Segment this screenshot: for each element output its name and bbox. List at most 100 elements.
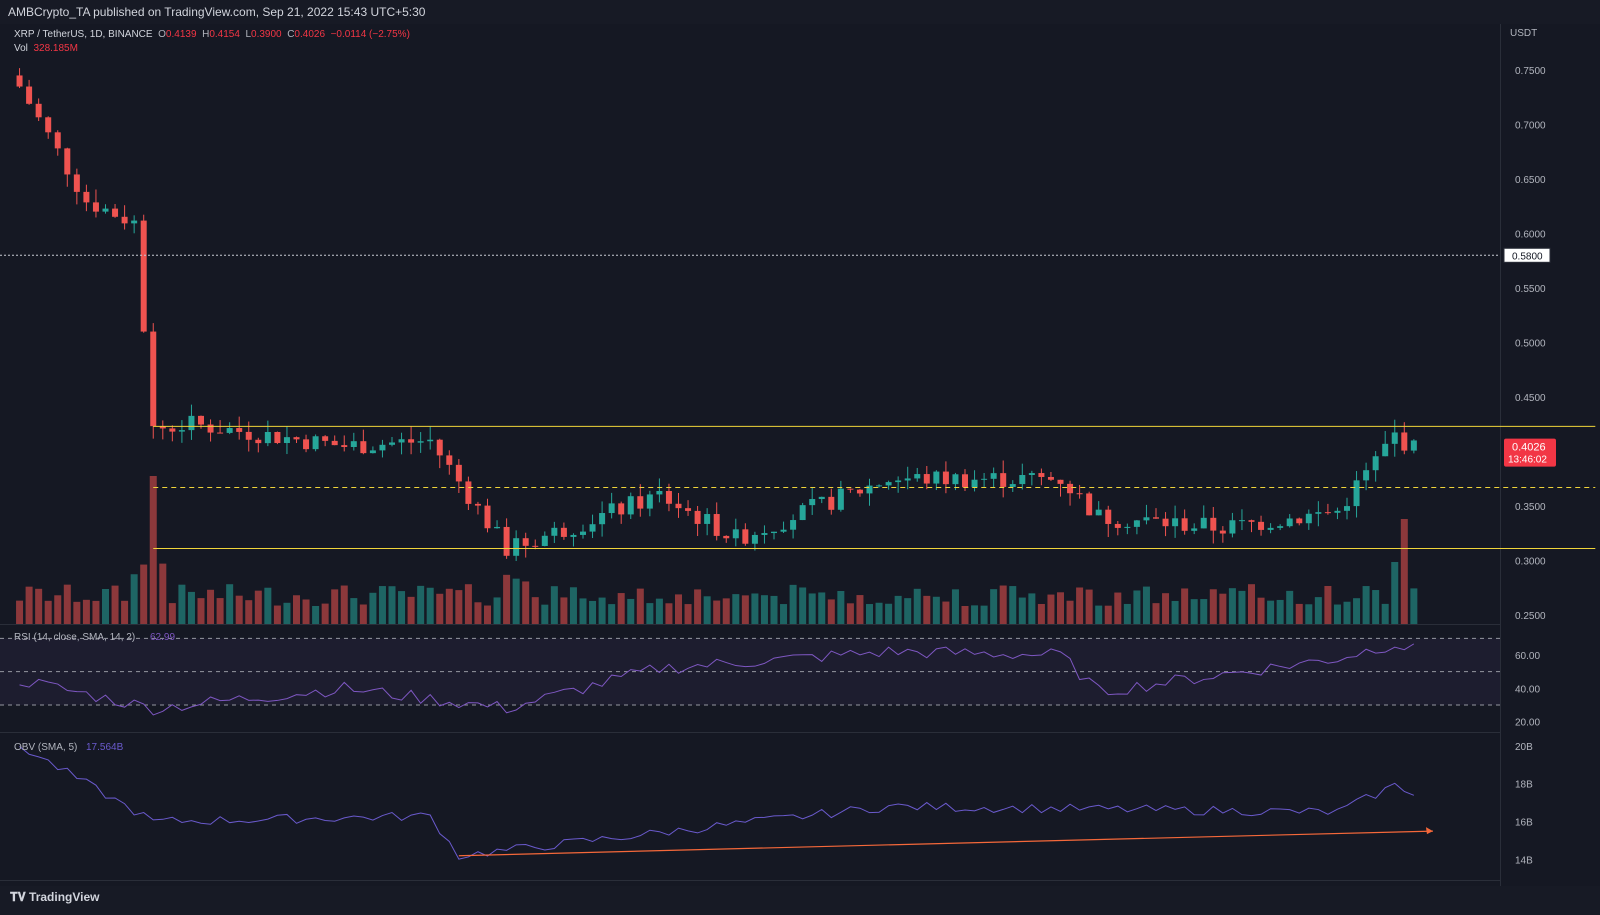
volume-bar — [951, 589, 959, 624]
chart-svg[interactable]: 60.00 40.00 20.00 RSI (14, close, SMA, 14, … — [0, 24, 1600, 910]
volume-bar — [990, 589, 998, 624]
tradingview-logo[interactable]: 𝐓𝐕 TradingView — [10, 890, 100, 905]
price-tick-label: 0.5500 — [1515, 284, 1546, 295]
candle-body — [608, 503, 615, 514]
tradingview-brand: TradingView — [29, 890, 100, 904]
volume-bar — [885, 603, 893, 624]
candle-body — [532, 545, 539, 547]
candle-body — [723, 535, 730, 539]
candle-body — [494, 526, 501, 529]
open-value: 0.4139 — [165, 29, 197, 40]
candle-body — [694, 510, 701, 524]
volume-bar — [207, 589, 215, 624]
candle-body — [551, 527, 558, 536]
volume-bar — [1104, 605, 1112, 624]
candle-body — [742, 529, 749, 544]
volume-bar — [92, 600, 100, 624]
volume-bar — [149, 476, 157, 624]
high-value: 0.4154 — [209, 29, 240, 40]
candle-body — [818, 496, 825, 500]
candle-body — [1191, 528, 1198, 531]
candle-body — [121, 216, 128, 224]
candle-body — [1401, 432, 1408, 451]
volume-bar — [178, 584, 186, 624]
rsi-tick-label: 20.00 — [1515, 718, 1540, 729]
footer-bar: 𝐓𝐕 TradingView — [0, 886, 1600, 910]
volume-bar — [837, 591, 845, 624]
volume-bar — [426, 587, 434, 624]
candle-body — [828, 496, 835, 510]
volume-bar — [980, 605, 988, 624]
volume-bar — [111, 585, 119, 624]
candle-body — [1391, 432, 1398, 444]
volume-bar — [293, 595, 300, 624]
candle-body — [73, 174, 80, 192]
volume-bar — [235, 595, 243, 624]
obv-tick-label: 18B — [1515, 780, 1533, 791]
bar-countdown: 13:46:02 — [1508, 455, 1547, 466]
volume-bar — [1133, 590, 1141, 624]
volume-bar — [550, 586, 558, 624]
volume-bar — [808, 593, 816, 624]
candle-body — [1315, 512, 1322, 514]
volume-bar — [589, 600, 597, 624]
candle-body — [914, 474, 921, 479]
candle-body — [1133, 520, 1140, 527]
rsi-tick-label: 60.00 — [1515, 651, 1540, 662]
volume-bar — [455, 590, 463, 624]
candle-body — [1296, 518, 1303, 524]
candle-body — [389, 442, 395, 445]
candle-body — [665, 491, 672, 504]
candle-body — [217, 432, 224, 434]
volume-bar — [522, 581, 530, 624]
volume-bar — [1305, 604, 1313, 624]
rsi-value: 62.99 — [150, 632, 175, 643]
volume-bar — [140, 564, 148, 624]
volume-bar — [512, 578, 520, 624]
price-tick-label: 0.7500 — [1515, 66, 1546, 77]
candle-body — [341, 445, 348, 448]
publisher-text: AMBCrypto_TA published on TradingView.co… — [8, 5, 426, 19]
candle-body — [112, 208, 119, 217]
candle-body — [140, 220, 147, 332]
symbol-title[interactable]: XRP / TetherUS, 1D, BINANCE — [14, 29, 153, 40]
volume-bar — [818, 592, 826, 624]
candle-body — [1382, 443, 1389, 457]
candle-body — [847, 488, 854, 490]
volume-bar — [1286, 590, 1294, 624]
volume-bar — [1028, 593, 1036, 624]
candle-body — [541, 535, 548, 546]
candle-body — [771, 531, 777, 534]
volume-bar — [942, 601, 950, 624]
volume-bar — [780, 604, 788, 624]
candle-body — [16, 75, 23, 87]
volume-bar — [340, 585, 348, 624]
volume-bar — [436, 593, 444, 624]
publisher-bar: AMBCrypto_TA published on TradingView.co… — [0, 0, 1600, 24]
volume-bar — [1076, 587, 1084, 624]
volume-bar — [1200, 599, 1208, 624]
volume-bar — [44, 600, 52, 624]
candle-body — [312, 436, 319, 450]
candle-body — [933, 471, 940, 484]
chart-area[interactable]: 60.00 40.00 20.00 RSI (14, close, SMA, 14, … — [0, 24, 1600, 910]
candle-body — [1324, 512, 1331, 514]
candle-body — [264, 432, 271, 444]
candle-body — [895, 480, 902, 483]
candle-body — [427, 439, 434, 442]
volume-bar — [1171, 600, 1179, 624]
volume-bar — [760, 595, 768, 624]
obv-tick-label: 14B — [1515, 856, 1533, 867]
candle-body — [1057, 479, 1064, 484]
candle-body — [1277, 526, 1284, 528]
volume-bar — [694, 589, 702, 624]
candle-body — [1028, 473, 1035, 476]
candle-body — [1086, 493, 1093, 516]
candle-body — [92, 202, 99, 212]
candle-body — [198, 415, 204, 425]
candle-body — [1286, 518, 1293, 527]
candle-body — [1305, 513, 1312, 524]
candle-body — [379, 444, 386, 451]
volume-bar — [913, 588, 921, 624]
volume-bar — [474, 602, 482, 624]
